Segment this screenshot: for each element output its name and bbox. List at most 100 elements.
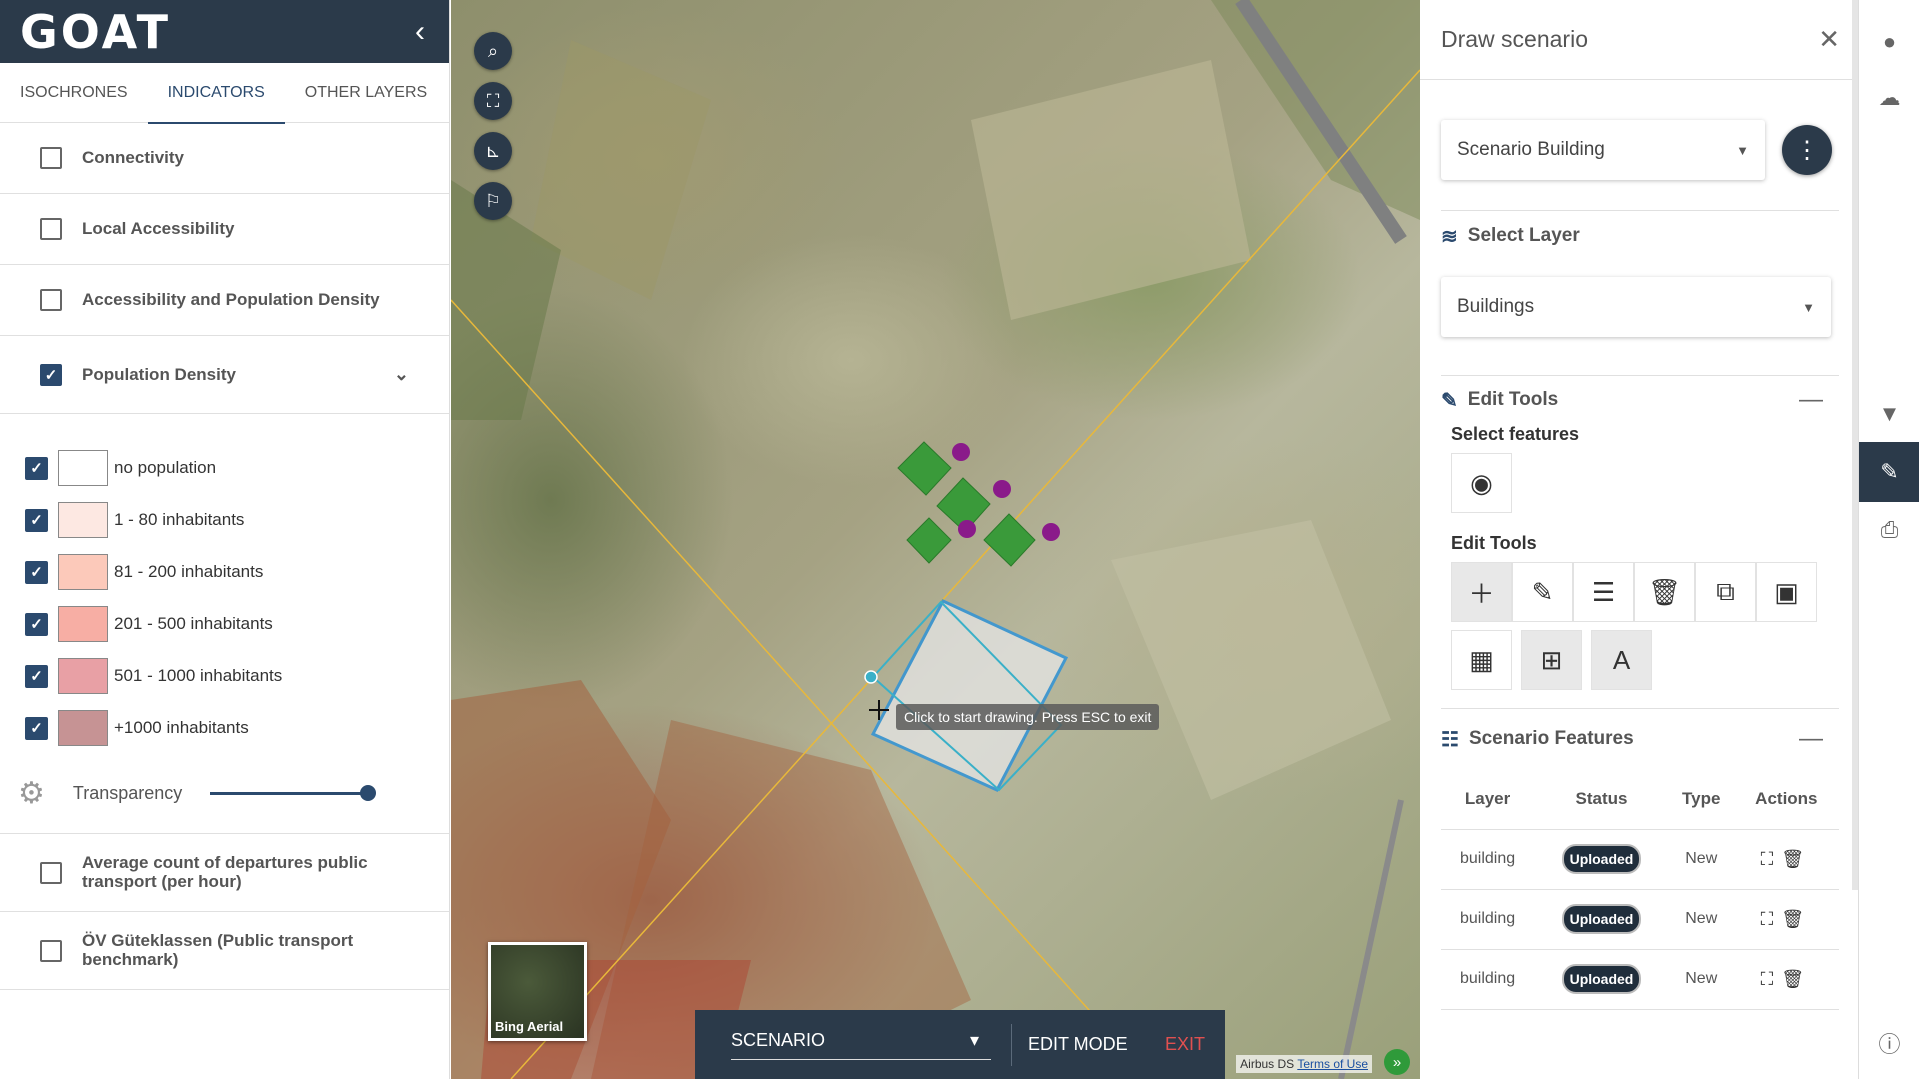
chevron-down-icon[interactable]: ⌄ [394,364,409,385]
map-legend-icon[interactable]: ⚐ [474,182,512,220]
info-icon[interactable]: ⓘ [1859,1015,1919,1071]
checkbox-avg-departures[interactable] [40,861,62,884]
copy-feature-tool[interactable]: ⧉ [1695,562,1756,622]
edit-tools-header[interactable]: ✎ Edit Tools — [1441,376,1839,424]
scenario-dropdown[interactable]: Scenario Building ▼ [1441,120,1765,180]
collapse-icon[interactable]: — [1799,725,1823,753]
edit-icon: ✎ [1441,389,1458,412]
legend-swatch [58,606,108,642]
checkbox-oev-gueteklassen[interactable] [40,939,62,962]
table-row[interactable]: building Uploaded New ⛶🗑 [1441,889,1839,950]
upload-feature-tool[interactable]: ▣ [1756,562,1817,622]
legend-checkbox[interactable]: ✓ [25,612,48,636]
table-row[interactable]: building Uploaded New ⛶🗑 [1441,829,1839,890]
tab-indicators[interactable]: INDICATORS [147,63,285,124]
slider-knob[interactable] [360,785,377,801]
legend-checkbox[interactable]: ✓ [25,560,48,584]
map-attribution: Airbus DS Terms of Use [1236,1055,1372,1073]
indicator-avg-departures[interactable]: Average count of departures public trans… [0,834,449,912]
column-header[interactable]: Layer [1441,769,1535,830]
cloud-icon[interactable]: ☁ [1859,70,1919,126]
checkbox-accessibility-population-density[interactable] [40,289,62,311]
scenario-selector-row: Scenario Building ▼ ⋮ [1441,120,1839,180]
collapse-panel-icon[interactable]: ‹ [415,15,425,49]
indicator-local-accessibility[interactable]: Local Accessibility [0,194,449,265]
filter-icon[interactable]: ▼ [1859,386,1919,442]
indicator-oev-gueteklassen[interactable]: ÖV Güteklassen (Public transport benchma… [0,912,449,990]
scenario-select[interactable]: SCENARIO ▾ [731,1030,991,1060]
legend-item: ✓ no population [25,442,449,494]
delete-feature-tool[interactable]: 🗑 [1634,562,1695,622]
scenario-features-title: Scenario Features [1468,728,1634,749]
exit-button[interactable]: EXIT [1165,1034,1205,1055]
layer-dropdown-value: Buildings [1457,296,1535,317]
modify-feature-tool[interactable]: ✎ [1512,562,1573,622]
building-grid-tool[interactable]: ⊞ [1521,630,1582,690]
building-entrance-tool[interactable]: ▦ [1451,630,1512,690]
table-row[interactable]: building Uploaded New ⛶🗑 [1441,949,1839,1010]
legend-checkbox[interactable]: ✓ [25,664,48,688]
select-feature-tool[interactable]: ◉ [1451,453,1512,513]
column-header: Actions [1733,769,1839,830]
status-badge: Uploaded [1561,904,1642,934]
layer-dropdown[interactable]: Buildings ▼ [1441,277,1831,337]
column-header[interactable]: Type [1668,769,1734,830]
scenario-features-header[interactable]: ☷ Scenario Features — [1441,709,1839,769]
expand-attribution-icon[interactable]: » [1384,1049,1410,1075]
checkbox-connectivity[interactable] [40,147,62,169]
search-icon[interactable]: ⌕ [474,32,512,70]
actions-cell: ⛶🗑 [1733,829,1839,890]
legend-item: ✓ 81 - 200 inhabitants [25,546,449,598]
zoom-to-icon[interactable]: ⛶ [1761,909,1782,929]
legend-swatch [58,710,108,746]
caret-down-icon: ▾ [969,1029,979,1050]
transparency-slider[interactable] [210,785,377,801]
legend-checkbox[interactable]: ✓ [25,716,48,740]
account-icon[interactable]: ● [1859,14,1919,70]
indicator-connectivity[interactable]: Connectivity [0,123,449,194]
gear-icon[interactable]: ⚙ [18,776,45,811]
status-badge: Uploaded [1561,844,1642,874]
checkbox-local-accessibility[interactable] [40,218,62,240]
delete-icon[interactable]: 🗑 [1781,849,1812,869]
legend-swatch [58,658,108,694]
checkbox-population-density[interactable]: ✓ [40,363,62,386]
print-icon[interactable]: ⎙ [1859,502,1919,558]
status-cell: Uploaded [1534,829,1669,890]
legend-label: 1 - 80 inhabitants [114,510,245,529]
delete-icon[interactable]: 🗑 [1781,909,1812,929]
terms-of-use-link[interactable]: Terms of Use [1297,1057,1368,1071]
basemap-switcher[interactable]: Bing Aerial [488,942,587,1041]
close-icon[interactable]: ✕ [1818,24,1840,55]
legend-item: ✓ 1 - 80 inhabitants [25,494,449,546]
fullscreen-icon[interactable]: ⛶ [474,82,512,120]
transparency-label: Transparency [72,783,183,803]
delete-icon[interactable]: 🗑 [1781,969,1812,989]
right-rail: ● ☁ ▼ ✎ ⎙ ⓘ [1858,0,1919,1079]
legend-item: ✓ 201 - 500 inhabitants [25,598,449,650]
indicator-population-density[interactable]: ✓ Population Density ⌄ [0,336,449,414]
more-options-button[interactable]: ⋮ [1782,125,1832,175]
add-feature-tool[interactable]: ＋ [1451,562,1512,622]
draw-tooltip: Click to start drawing. Press ESC to exi… [896,704,1160,730]
indicator-label: ÖV Güteklassen (Public transport benchma… [82,930,354,969]
legend-swatch [58,502,108,538]
attribute-table-tool[interactable]: ☰ [1573,562,1634,622]
map-view[interactable]: ⌕ ⛶ ⊾ ⚐ Click to start drawing. Press ES… [451,0,1420,1079]
draw-scenario-icon[interactable]: ✎ [1859,442,1919,502]
tab-other-layers[interactable]: OTHER LAYERS [285,63,447,123]
label-text-tool[interactable]: A [1591,630,1652,690]
collapse-icon[interactable]: — [1799,386,1823,414]
column-header[interactable]: Status [1534,769,1669,830]
tab-isochrones[interactable]: ISOCHRONES [0,63,148,123]
legend-checkbox[interactable]: ✓ [25,456,48,480]
edit-tools-title: Edit Tools [1467,389,1559,410]
measure-icon[interactable]: ⊾ [474,132,512,170]
app: GOAT ‹ ISOCHRONES INDICATORS OTHER LAYER… [0,0,1919,1079]
app-logo: GOAT [20,4,172,59]
zoom-to-icon[interactable]: ⛶ [1761,969,1782,989]
zoom-to-icon[interactable]: ⛶ [1761,849,1782,869]
legend-checkbox[interactable]: ✓ [25,508,48,532]
indicator-accessibility-population-density[interactable]: Accessibility and Population Density [0,265,449,336]
divider [1011,1023,1012,1066]
